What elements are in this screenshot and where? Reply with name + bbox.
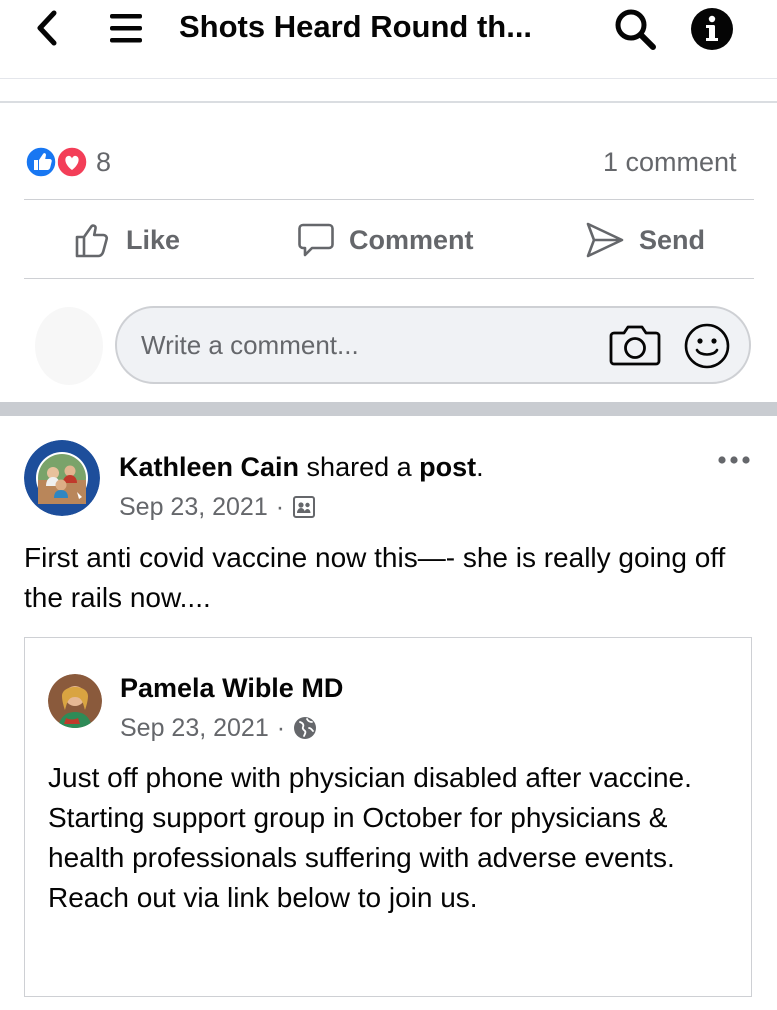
post-meta: Sep 23, 2021 ·: [119, 490, 316, 524]
post-body-text: First anti covid vaccine now this—- she …: [24, 542, 726, 613]
comment-input[interactable]: Write a comment...: [115, 306, 751, 384]
shared-post-card[interactable]: Pamela Wible MD Sep 23, 2021 · Just off …: [24, 637, 752, 997]
group-icon: [293, 496, 316, 518]
post-author-name[interactable]: Kathleen Cain: [119, 452, 299, 482]
send-icon: [586, 222, 624, 258]
emoji-icon[interactable]: [683, 322, 731, 370]
pamela-wible-avatar[interactable]: [48, 674, 102, 728]
divider: [24, 199, 754, 200]
post-author-line: Kathleen Cain shared a post.: [119, 449, 484, 485]
reaction-count[interactable]: 8: [96, 146, 111, 178]
back-icon[interactable]: [28, 8, 66, 48]
like-label: Like: [126, 224, 181, 255]
reaction-icons[interactable]: [24, 145, 90, 179]
comment-button[interactable]: Comment: [297, 215, 474, 265]
previous-post-edge: [0, 78, 777, 103]
shared-post-body-text: Just off phone with physician disabled a…: [48, 762, 692, 913]
meta-dot: ·: [275, 493, 285, 521]
divider: [24, 278, 754, 279]
send-label: Send: [639, 224, 706, 255]
group-title: Shots Heard Round th...: [179, 9, 533, 44]
info-icon[interactable]: [689, 6, 735, 52]
comment-count[interactable]: 1 comment: [603, 146, 737, 178]
comment-placeholder: Write a comment...: [141, 330, 359, 360]
kathleen-cain-avatar[interactable]: [24, 440, 100, 516]
search-icon[interactable]: [612, 6, 658, 52]
post-date[interactable]: Sep 23, 2021: [119, 490, 268, 524]
shared-author-name[interactable]: Pamela Wible MD: [120, 670, 343, 706]
period: .: [476, 452, 484, 482]
globe-icon: [294, 717, 317, 739]
menu-icon[interactable]: [106, 8, 146, 48]
like-icon: [75, 224, 109, 258]
send-button[interactable]: Send: [585, 215, 705, 265]
comment-icon: [298, 223, 334, 257]
comment-label: Comment: [349, 224, 474, 255]
shared-post-meta: Sep 23, 2021 ·: [120, 711, 317, 745]
more-options-icon[interactable]: [714, 450, 754, 470]
current-user-avatar: [35, 307, 103, 385]
camera-icon[interactable]: [609, 322, 661, 368]
shared-post-link[interactable]: post: [419, 452, 476, 482]
like-button[interactable]: Like: [74, 215, 180, 265]
meta-dot: ·: [276, 714, 286, 742]
shared-post-date[interactable]: Sep 23, 2021: [120, 711, 269, 745]
feed-separator: [0, 402, 777, 416]
shared-a-text: shared a: [299, 452, 420, 482]
